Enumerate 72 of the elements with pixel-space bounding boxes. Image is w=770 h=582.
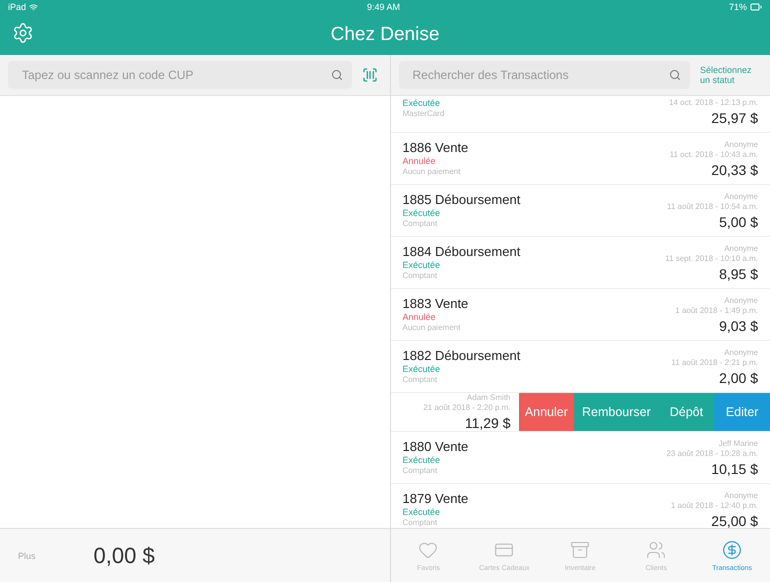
payment-method: MasterCard [402,109,444,118]
payment-method: Comptant [402,466,438,475]
transaction-date: 11 août 2018 - 10:54 a.m. [666,202,758,211]
transaction-date: 11 août 2018 - 2:21 p.m. [671,358,758,367]
payment-method: Comptant [402,271,438,280]
transaction-status: Exécutée [402,260,440,270]
cart-total: 0,00 $ [94,542,155,568]
swipe-action-button[interactable]: Rembourser [574,393,659,431]
transaction-date: 11 oct. 2018 - 10:43 a.m. [670,150,758,159]
transaction-title: 1884 Déboursement [402,244,520,259]
battery-percent: 71% [728,2,747,12]
transaction-title: 1879 Vente [402,491,468,506]
transaction-amount: 25,97 $ [711,110,758,126]
swipe-action-button[interactable]: Dépôt [658,393,714,431]
swipe-action-button[interactable]: Annuler [518,393,574,431]
customer-name: Anonyme [724,296,758,305]
transaction-amount: 2,00 $ [719,370,758,386]
customer-name: Anonyme [724,244,758,253]
search-icon [330,69,342,81]
transaction-date: 14 oct. 2018 - 12:13 p.m. [669,98,758,107]
search-icon [669,69,681,81]
heart-icon [418,540,438,560]
payment-method: Comptant [402,219,438,228]
swipe-action-button[interactable]: Editer [714,393,770,431]
transaction-amount: 20,33 $ [711,162,758,178]
transaction-amount: 5,00 $ [719,214,758,230]
customer-name: Anonyme [724,348,758,357]
transaction-amount: 11,29 $ [464,415,510,431]
transaction-title: 1880 Vente [402,439,468,454]
transaction-date: 1 août 2018 - 12:40 p.m. [670,501,758,510]
box-icon [570,540,590,560]
transaction-title: 1882 Déboursement [402,348,520,363]
transaction-status: Exécutée [402,507,440,517]
payment-method: Comptant [402,518,438,527]
transaction-status: Annulée [402,156,436,166]
transaction-status: Exécutée [402,364,440,374]
device-name: iPad [8,2,26,12]
transaction-title: 1883 Vente [402,296,468,311]
status-filter-link[interactable]: Sélectionnez un statut [700,65,758,85]
code-search-field[interactable]: Tapez ou scannez un code CUP [8,61,352,89]
dollar-icon [722,540,742,560]
transaction-date: 1 août 2018 - 1:49 p.m. [675,306,758,315]
battery-icon [750,1,762,13]
payment-method: Aucun paiement [402,323,460,332]
customer-name: Anonyme [724,140,758,149]
people-icon [646,540,666,560]
customer-name: Anonyme [724,192,758,201]
customer-name: Jeff Marine [718,439,758,448]
payment-method: Comptant [402,375,438,384]
barcode-scan-icon[interactable] [362,67,378,83]
transaction-amount: 9,03 $ [719,318,758,334]
transaction-status: Exécutée [402,98,440,108]
transaction-search-field[interactable]: Rechercher des Transactions [398,61,690,89]
customer-name: Adam Smith [466,393,510,402]
settings-button[interactable] [12,22,34,44]
transaction-amount: 10,15 $ [711,461,758,477]
wifi-icon [29,2,38,12]
more-label: Plus [18,550,36,560]
transaction-amount: 8,95 $ [719,266,758,282]
transaction-status: Exécutée [402,208,440,218]
transaction-title: 1886 Vente [402,140,468,155]
customer-name: Anonyme [724,491,758,500]
store-title: Chez Denise [330,24,440,46]
transaction-amount: 25,00 $ [711,513,758,528]
transaction-date: 21 août 2018 - 2:20 p.m. [423,403,510,412]
transaction-title: 1885 Déboursement [402,192,520,207]
transaction-status: Exécutée [402,455,440,465]
transaction-status: Annulée [402,312,436,322]
transaction-date: 23 août 2018 - 10:28 a.m. [666,449,758,458]
payment-method: Aucun paiement [402,167,460,176]
transaction-date: 11 sept. 2018 - 10:10 a.m. [665,254,758,263]
clock: 9:49 AM [366,2,400,12]
